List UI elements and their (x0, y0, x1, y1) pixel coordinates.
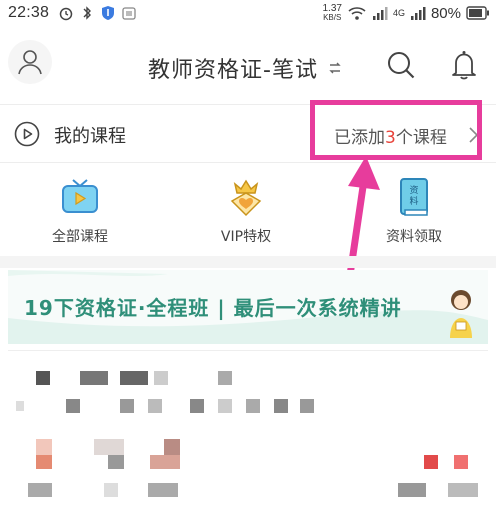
blurred-block (36, 439, 52, 455)
blurred-block (190, 399, 204, 413)
user-avatar-button[interactable] (8, 40, 52, 84)
battery-icon (466, 6, 489, 20)
blurred-block (246, 399, 260, 413)
status-time: 22:38 (8, 4, 50, 21)
blurred-block (424, 455, 438, 469)
alarm-icon (59, 7, 73, 21)
blurred-block (154, 371, 168, 385)
promo-banner[interactable]: 19下资格证·全程班 | 最后一次系统精讲 (8, 270, 488, 344)
app-header: 教师资格证-笔试 (0, 28, 496, 105)
blurred-block (80, 371, 108, 385)
blurred-block (274, 399, 288, 413)
signal-icon (372, 7, 388, 20)
teacher-illustration-icon (450, 290, 472, 338)
crown-heart-icon (230, 179, 262, 217)
quick-link-label: 资料领取 (386, 229, 442, 245)
blurred-block (164, 439, 180, 455)
blurred-block (28, 483, 52, 497)
blurred-block (218, 371, 232, 385)
blurred-block (36, 455, 52, 469)
shield-icon (102, 6, 114, 20)
blurred-block (300, 399, 314, 413)
blurred-block (120, 399, 134, 413)
blurred-block (94, 439, 124, 455)
switch-arrows-icon (329, 62, 341, 74)
blurred-block (448, 483, 478, 497)
network-type: 4G (392, 8, 405, 18)
blurred-block (148, 399, 162, 413)
status-icons-left (58, 5, 137, 21)
book-icon-text-top: 资 (409, 185, 418, 196)
app-notification-icon (122, 7, 136, 20)
user-avatar-icon (18, 50, 42, 75)
blurred-block (104, 483, 118, 497)
wifi-icon (348, 7, 366, 20)
bell-icon[interactable] (448, 48, 480, 82)
quick-link-label: VIP特权 (220, 229, 272, 245)
play-circle-icon (14, 121, 40, 147)
book-icon-text-bottom: 料 (409, 195, 418, 207)
quick-link-vip[interactable]: VIP特权 (186, 176, 306, 246)
quick-link-all-courses[interactable]: 全部课程 (20, 176, 140, 246)
battery-percent: 80% (430, 4, 461, 22)
blurred-block (148, 483, 178, 497)
signal-icon-2 (410, 7, 426, 20)
quick-link-materials[interactable]: 资 料 资料领取 (354, 176, 474, 246)
status-bar: 22:38 1.37 KB/S 4G 80% (0, 0, 496, 28)
my-course-label: 我的课程 (54, 126, 126, 147)
quick-link-label: 全部课程 (52, 229, 108, 245)
blurred-block (150, 455, 180, 469)
blurred-block (36, 371, 50, 385)
blurred-block (108, 455, 124, 469)
blurred-block (454, 455, 468, 469)
blurred-block (398, 483, 426, 497)
blurred-block (66, 399, 80, 413)
page-title: 教师资格证-笔试 (148, 58, 318, 83)
search-icon[interactable] (384, 48, 418, 82)
blurred-course-list (8, 350, 488, 511)
blurred-block (218, 399, 232, 413)
bluetooth-icon (83, 6, 91, 20)
book-icon: 资 料 (400, 178, 428, 216)
status-icons-right: 1.37 KB/S 4G 80% (322, 4, 490, 22)
exam-selector[interactable]: 教师资格证-笔试 (148, 52, 342, 84)
tv-icon (62, 179, 98, 213)
net-speed: 1.37 KB/S (322, 3, 342, 22)
section-divider (0, 256, 496, 268)
banner-text: 19下资格证·全程班 | 最后一次系统精讲 (24, 296, 402, 320)
blurred-block (16, 401, 24, 411)
blurred-block (120, 371, 148, 385)
